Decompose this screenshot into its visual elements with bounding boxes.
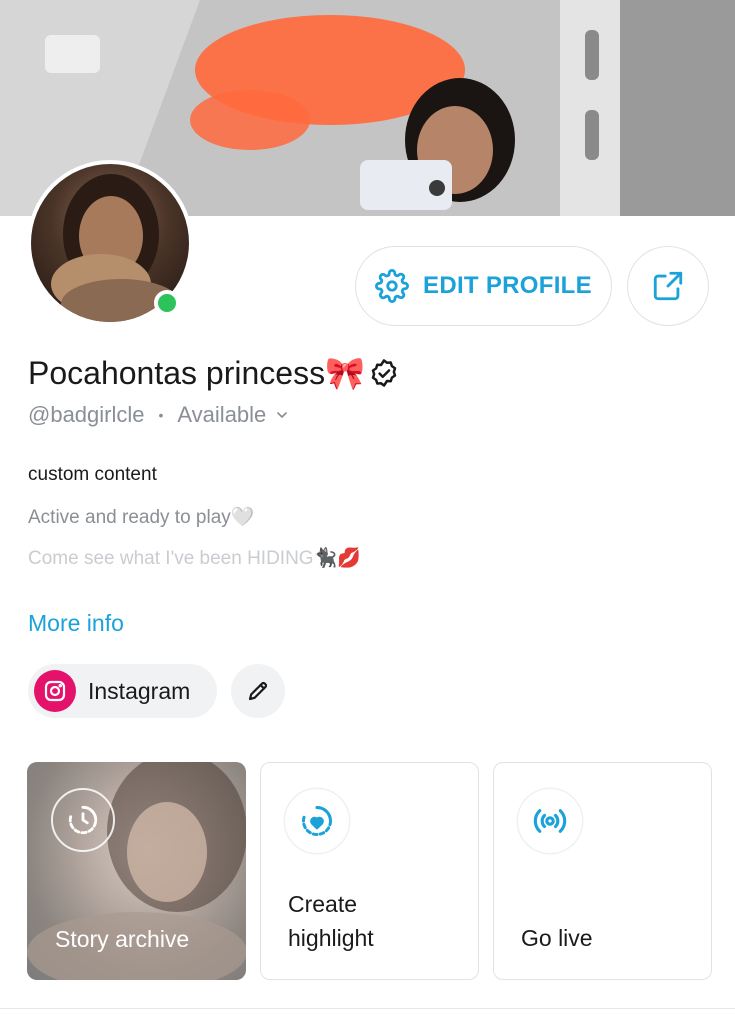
pencil-icon <box>248 681 268 701</box>
online-status-indicator <box>154 290 180 316</box>
edit-profile-button[interactable]: EDIT PROFILE <box>355 246 612 326</box>
story-archive-card[interactable]: Story archive <box>27 762 246 980</box>
more-info-link[interactable]: More info <box>28 610 124 637</box>
separator-dot: • <box>158 407 164 423</box>
settings-gear-icon <box>375 269 409 303</box>
instagram-link-button[interactable]: Instagram <box>28 664 217 718</box>
story-archive-label: Story archive <box>55 926 190 952</box>
bio-line-2: Active and ready to play🤍 <box>28 507 255 528</box>
chevron-down-icon <box>277 412 288 418</box>
availability-status: Available <box>177 402 267 427</box>
display-name: Pocahontas princess🎀 <box>28 355 365 391</box>
heart-circle-icon <box>285 789 349 853</box>
bio-line-3: Come see what I've been HIDING🐈‍⬛💋 <box>28 548 361 569</box>
verified-badge-icon <box>371 359 397 387</box>
create-highlight-label: Create highlight <box>288 891 374 951</box>
edit-links-button[interactable] <box>231 664 285 718</box>
username-handle: @badgirlcle <box>28 402 145 427</box>
edit-profile-label: EDIT PROFILE <box>423 272 592 299</box>
share-profile-button[interactable] <box>627 246 709 326</box>
bio-line-1: custom content <box>28 464 157 485</box>
handle-row: @badgirlcle • Available <box>28 402 290 428</box>
history-clock-icon <box>51 788 115 852</box>
go-live-label: Go live <box>521 925 593 951</box>
instagram-label: Instagram <box>88 677 191 704</box>
section-divider <box>0 1008 735 1009</box>
go-live-card[interactable]: Go live <box>493 762 712 980</box>
broadcast-icon <box>518 789 582 853</box>
availability-dropdown[interactable]: Available <box>177 402 290 428</box>
profile-name-row: Pocahontas princess🎀 <box>28 354 399 392</box>
share-icon <box>653 271 683 301</box>
instagram-icon <box>34 670 76 712</box>
create-highlight-card[interactable]: Create highlight <box>260 762 479 980</box>
